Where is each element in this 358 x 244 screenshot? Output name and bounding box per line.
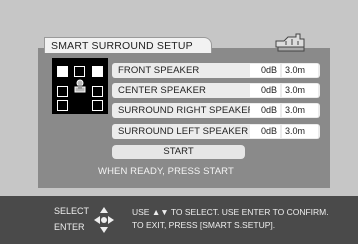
front-speaker-row[interactable]: FRONT SPEAKER 0dB 3.0m	[112, 63, 320, 78]
speaker-label: SURROUND LEFT SPEAKER	[118, 126, 249, 137]
ready-instruction: WHEN READY, PRESS START	[98, 166, 234, 177]
level-value[interactable]: 0dB	[250, 125, 280, 138]
distance-value[interactable]: 3.0m	[282, 84, 318, 97]
help-text-line2: TO EXIT, PRESS [SMART S.SETUP].	[132, 220, 276, 230]
osd-screen: SMART SURROUND SETUP FRONT SPEAKER 0dB 3…	[0, 0, 358, 244]
help-footer: SELECT ENTER USE ▲▼ TO SELECT. USE ENTER…	[0, 196, 358, 244]
help-text-line1: USE ▲▼ TO SELECT. USE ENTER TO CONFIRM.	[132, 207, 329, 217]
surround-right-speaker-icon	[92, 86, 103, 97]
distance-value[interactable]: 3.0m	[282, 104, 318, 117]
enter-label: ENTER	[54, 222, 85, 232]
surround-right-speaker-row[interactable]: SURROUND RIGHT SPEAKER 0dB 3.0m	[112, 103, 320, 118]
listener-icon	[74, 79, 86, 93]
page-title: SMART SURROUND SETUP	[44, 37, 212, 53]
start-button[interactable]: START	[112, 145, 245, 159]
distance-value[interactable]: 3.0m	[282, 125, 318, 138]
surround-back-left-speaker-icon	[57, 100, 68, 111]
speaker-label: SURROUND RIGHT SPEAKER	[118, 105, 255, 116]
distance-value[interactable]: 3.0m	[282, 64, 318, 77]
surround-left-speaker-row[interactable]: SURROUND LEFT SPEAKER 0dB 3.0m	[112, 124, 320, 139]
level-value[interactable]: 0dB	[250, 84, 280, 97]
speaker-label: CENTER SPEAKER	[118, 85, 206, 96]
center-speaker-row[interactable]: CENTER SPEAKER 0dB 3.0m	[112, 83, 320, 98]
speaker-layout-map	[52, 58, 108, 114]
navigation-pad-icon	[94, 207, 114, 233]
level-value[interactable]: 0dB	[250, 104, 280, 117]
level-value[interactable]: 0dB	[250, 64, 280, 77]
surround-left-speaker-icon	[57, 86, 68, 97]
select-label: SELECT	[54, 206, 90, 216]
speaker-label: FRONT SPEAKER	[118, 65, 200, 76]
center-speaker-icon	[74, 66, 85, 77]
front-right-speaker-icon	[92, 66, 103, 77]
front-left-speaker-icon	[57, 66, 68, 77]
surround-back-right-speaker-icon	[92, 100, 103, 111]
speaker-setup-icon	[275, 33, 305, 52]
